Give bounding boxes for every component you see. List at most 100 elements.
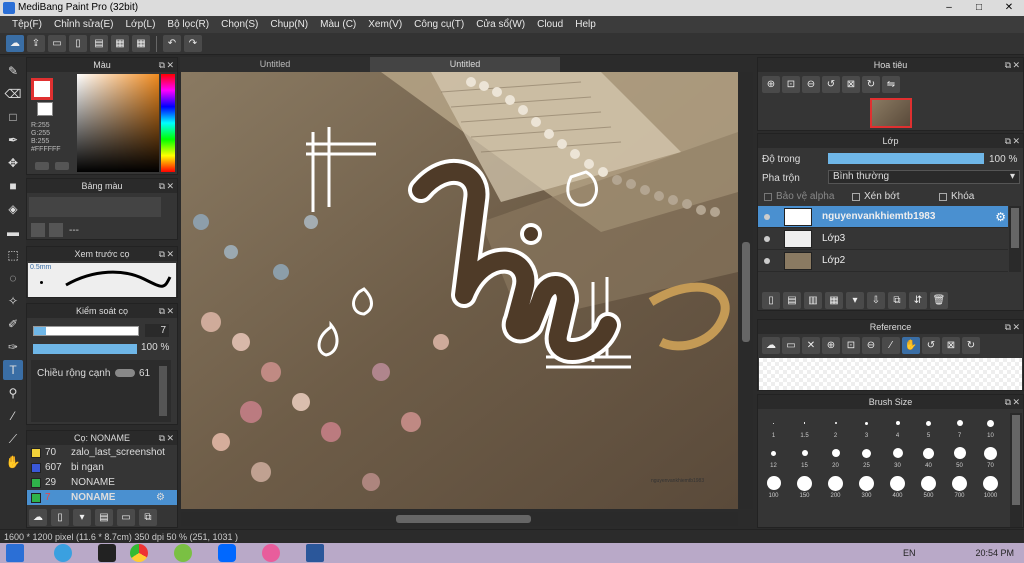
protect-alpha-option[interactable]: Bảo vệ alpha <box>764 191 834 202</box>
bucket-tool-icon[interactable]: ◈ <box>3 199 23 219</box>
close-icon[interactable]: ✕ <box>166 179 174 193</box>
float-icon[interactable]: ⧉ <box>1005 58 1011 72</box>
close-icon[interactable]: ✕ <box>1012 58 1020 72</box>
brush-size-option[interactable]: 20 <box>820 445 851 469</box>
select-rect-icon[interactable]: ⬚ <box>3 245 23 265</box>
blend-mode-select[interactable]: Bình thường ▾ <box>828 170 1020 184</box>
zoom-out-icon[interactable]: ⊖ <box>802 76 820 93</box>
float-icon[interactable]: ⧉ <box>159 304 165 318</box>
float-icon[interactable]: ⧉ <box>1005 395 1011 409</box>
page-icon[interactable]: ▤ <box>90 35 108 52</box>
brush-size-option[interactable]: 3 <box>851 415 882 439</box>
zalo-icon[interactable] <box>218 544 236 562</box>
brush-size-option[interactable]: 500 <box>913 475 944 499</box>
visibility-icon[interactable] <box>764 257 770 264</box>
app-icon-green[interactable] <box>174 544 192 562</box>
brush-size-option[interactable]: 100 <box>758 475 789 499</box>
color-mode-button[interactable] <box>35 162 49 170</box>
move-tool-icon[interactable]: ✥ <box>3 153 23 173</box>
brush-size-option[interactable]: 70 <box>975 445 1006 469</box>
menu-select[interactable]: Chọn(S) <box>215 16 264 33</box>
lasso-icon[interactable]: ◌ <box>3 268 23 288</box>
page-list-icon[interactable]: ▦ <box>111 35 129 52</box>
secondary-color-swatch[interactable] <box>37 102 53 116</box>
cloud-icon[interactable]: ☁ <box>6 35 24 52</box>
brush-size-option[interactable]: 300 <box>851 475 882 499</box>
share-icon[interactable]: ⇪ <box>27 35 45 52</box>
minimize-button[interactable]: – <box>934 0 964 16</box>
brush-size-option[interactable]: 50 <box>944 445 975 469</box>
brush-size-option[interactable]: 2 <box>820 415 851 439</box>
brush-size-option[interactable]: 1 <box>758 415 789 439</box>
menu-layer[interactable]: Lớp(L) <box>120 16 162 33</box>
float-icon[interactable]: ⧉ <box>159 431 165 445</box>
brush-cloud-icon[interactable]: ☁ <box>29 509 47 526</box>
brush-size-slider[interactable] <box>33 326 139 336</box>
close-icon[interactable]: ✕ <box>1012 320 1020 334</box>
close-icon[interactable]: ✕ <box>1012 395 1020 409</box>
close-icon[interactable]: ✕ <box>166 304 174 318</box>
brush-size-option[interactable]: 25 <box>851 445 882 469</box>
close-reference-icon[interactable]: ✕ <box>802 337 820 354</box>
fill-rect-tool-icon[interactable]: ■ <box>3 176 23 196</box>
brush-size-option[interactable]: 12 <box>758 445 789 469</box>
close-icon[interactable]: ✕ <box>1012 134 1020 148</box>
brush-size-option[interactable]: 1.5 <box>789 415 820 439</box>
brush-size-option[interactable]: 150 <box>789 475 820 499</box>
language-indicator[interactable]: EN <box>903 548 916 558</box>
brush-size-option[interactable]: 5 <box>913 415 944 439</box>
medibang-icon[interactable] <box>262 544 280 562</box>
float-icon[interactable]: ⧉ <box>1005 320 1011 334</box>
pen-tool-icon[interactable]: ✒ <box>3 130 23 150</box>
open-folder-icon[interactable]: ▭ <box>782 337 800 354</box>
palette-add-icon[interactable] <box>31 223 45 237</box>
layer-scrollbar[interactable] <box>1009 206 1021 272</box>
grid-icon[interactable]: ▦ <box>132 35 150 52</box>
layer-row[interactable]: Lớp3 <box>758 228 1008 250</box>
delete-layer-icon[interactable]: 🗑 <box>930 292 948 309</box>
new-layer-icon[interactable]: ▯ <box>762 292 780 309</box>
color-swap-button[interactable] <box>55 162 69 170</box>
float-icon[interactable]: ⧉ <box>159 179 165 193</box>
capcut-icon[interactable] <box>98 544 116 562</box>
select-eraser-icon[interactable]: ✑ <box>3 337 23 357</box>
layer-settings-icon[interactable]: ⇵ <box>909 292 927 309</box>
fit-icon[interactable]: ⊡ <box>782 76 800 93</box>
settings-scrollbar[interactable] <box>159 366 167 416</box>
eyedropper-icon[interactable]: ⁄ <box>3 406 23 426</box>
visibility-icon[interactable] <box>764 213 770 220</box>
text-tool-icon[interactable]: T <box>3 360 23 380</box>
brush-size-option[interactable]: 700 <box>944 475 975 499</box>
menu-file[interactable]: Tệp(F) <box>6 16 48 33</box>
brush-tool-icon[interactable]: ✎ <box>3 61 23 81</box>
color-picker-square[interactable] <box>77 74 159 172</box>
tab-untitled-1[interactable]: Untitled <box>180 57 370 72</box>
new-halftone-layer-icon[interactable]: ▤ <box>783 292 801 309</box>
gear-icon[interactable]: ⚙ <box>995 210 1006 224</box>
brush-size-scrollbar[interactable] <box>1010 413 1022 527</box>
layer-opacity-slider[interactable] <box>828 153 984 164</box>
dropper-icon[interactable]: ⟋ <box>3 429 23 449</box>
merge-icon[interactable]: ⇩ <box>867 292 885 309</box>
new-1bit-layer-icon[interactable]: ▦ <box>825 292 843 309</box>
rotate-left-icon[interactable]: ↺ <box>822 76 840 93</box>
flip-icon[interactable]: ⇋ <box>882 76 900 93</box>
zoom-in-icon[interactable]: ⊕ <box>762 76 780 93</box>
tab-untitled-2[interactable]: Untitled <box>370 57 560 72</box>
menu-cloud[interactable]: Cloud <box>531 16 569 33</box>
menu-snap[interactable]: Chụp(N) <box>264 16 314 33</box>
checkbox[interactable] <box>939 192 947 201</box>
float-icon[interactable]: ⧉ <box>159 247 165 261</box>
hue-slider[interactable] <box>161 74 175 172</box>
rectangle-tool-icon[interactable]: □ <box>3 107 23 127</box>
float-icon[interactable]: ⧉ <box>1005 134 1011 148</box>
brush-opacity-slider[interactable] <box>33 344 137 354</box>
brush-size-option[interactable]: 7 <box>944 415 975 439</box>
reset-icon[interactable]: ⊠ <box>942 337 960 354</box>
clipping-option[interactable]: Xén bớt <box>852 191 899 202</box>
brush-list-item-selected[interactable]: 7 NONAME ⚙ <box>27 490 177 505</box>
menu-color[interactable]: Màu (C) <box>314 16 362 33</box>
duplicate-icon[interactable]: ⧉ <box>139 509 157 526</box>
maximize-button[interactable]: □ <box>964 0 994 16</box>
gear-icon[interactable]: ⚙ <box>156 492 165 503</box>
